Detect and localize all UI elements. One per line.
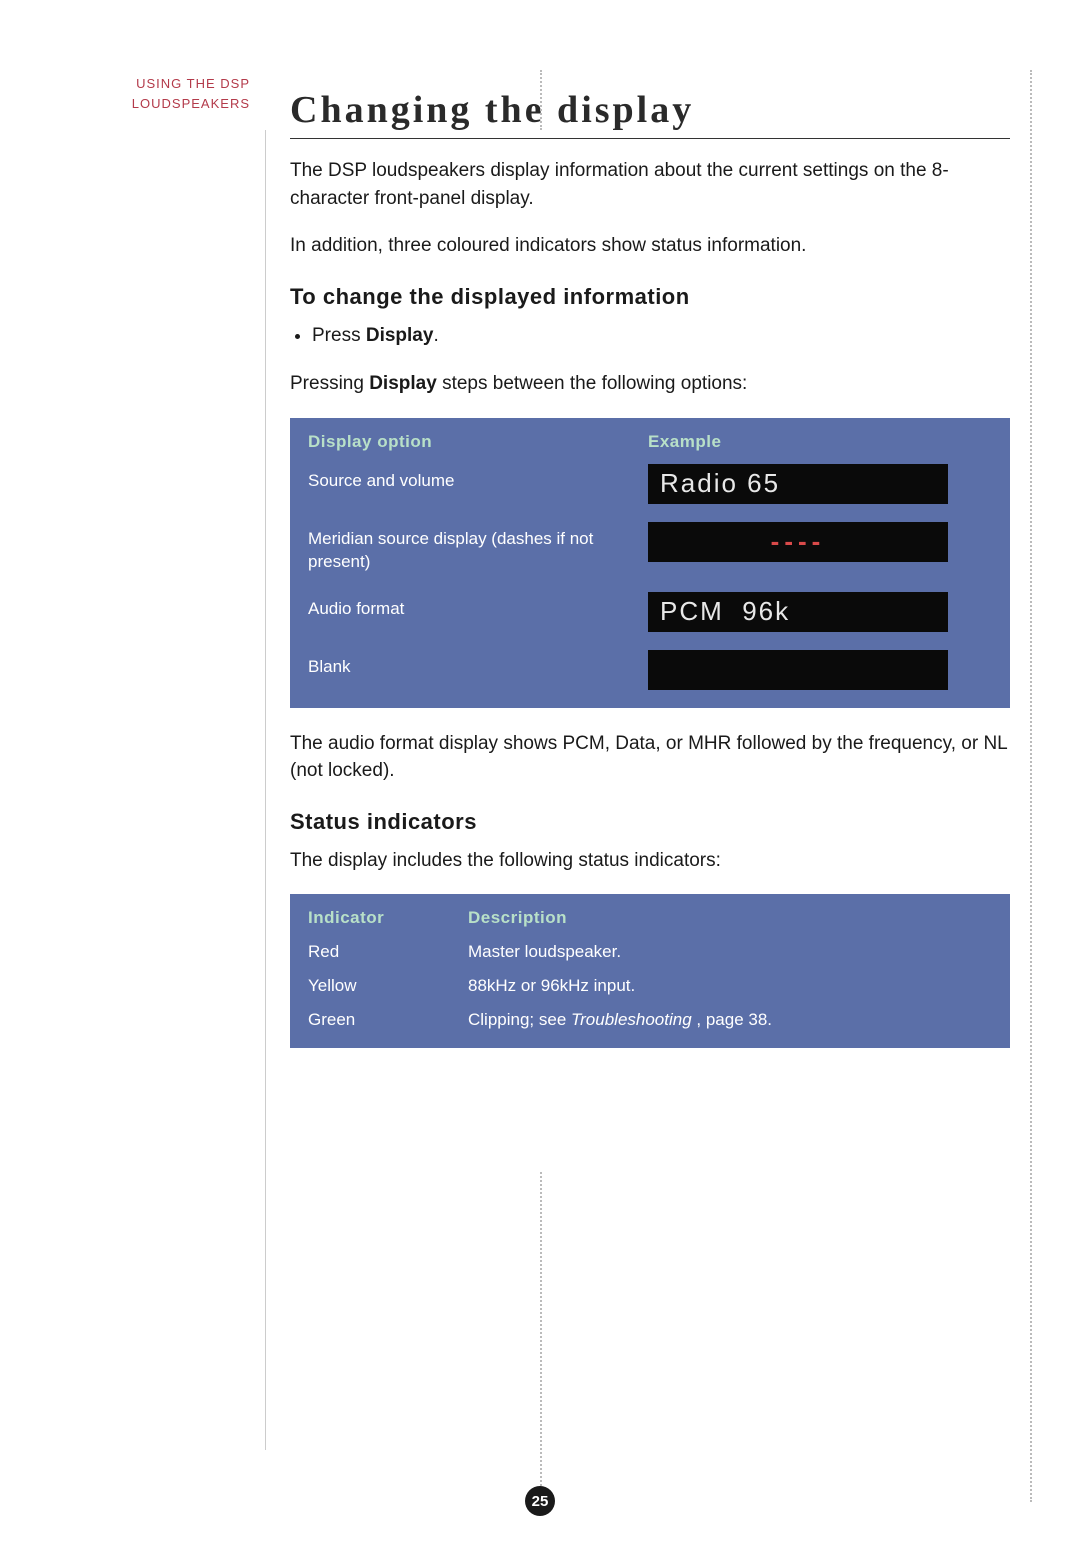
header-display-option: Display option [308, 432, 648, 452]
dotted-rule-top [540, 70, 542, 130]
followup-paragraph: Pressing Display steps between the follo… [290, 370, 1010, 398]
dotted-rule-right [1030, 70, 1032, 1502]
status-intro: The display includes the following statu… [290, 847, 1010, 875]
lcd-example [648, 650, 948, 690]
indicator-color: Green [308, 1010, 468, 1030]
lcd-example: ---- [648, 522, 948, 562]
lcd-example: Radio 65 [648, 464, 948, 504]
display-option-row: Source and volume Radio 65 [308, 464, 992, 504]
manual-page: USING THE DSP LOUDSPEAKERS Changing the … [0, 0, 1080, 1562]
after-table-paragraph: The audio format display shows PCM, Data… [290, 730, 1010, 785]
followup-bold: Display [369, 373, 437, 394]
section-tab: USING THE DSP LOUDSPEAKERS [100, 74, 250, 113]
desc-pre: 88kHz or 96kHz input. [468, 976, 635, 995]
instruction-item: Press Display. [312, 322, 1010, 351]
header-indicator: Indicator [308, 908, 468, 928]
display-option-label: Audio format [308, 592, 648, 621]
indicator-color: Yellow [308, 976, 468, 996]
display-option-row: Blank [308, 650, 992, 690]
display-option-row: Meridian source display (dashes if not p… [308, 522, 992, 574]
bullet-text-suffix: . [433, 325, 438, 346]
section-heading-change: To change the displayed information [290, 284, 1010, 310]
lcd-example: PCM 96k [648, 592, 948, 632]
page-number: 25 [532, 1493, 549, 1510]
display-options-table: Display option Example Source and volume… [290, 418, 1010, 708]
title-rule [290, 138, 1010, 139]
followup-prefix: Pressing [290, 373, 369, 394]
display-option-row: Audio format PCM 96k [308, 592, 992, 632]
bullet-text-prefix: Press [312, 325, 366, 346]
lcd-text: Radio 65 [660, 468, 780, 499]
page-title: Changing the display [290, 88, 1010, 132]
section-tab-line1: USING THE DSP [136, 76, 250, 91]
indicator-row: Red Master loudspeaker. [308, 942, 992, 962]
intro-paragraph-1: The DSP loudspeakers display information… [290, 157, 1010, 212]
desc-pre: Master loudspeaker. [468, 942, 621, 961]
left-vertical-rule [265, 130, 266, 1450]
desc-pre: Clipping; see [468, 1010, 571, 1029]
indicator-description: Clipping; see Troubleshooting , page 38. [468, 1010, 772, 1030]
desc-italic: Troubleshooting [571, 1010, 692, 1029]
dotted-rule-bottom [540, 1172, 542, 1502]
indicator-description: 88kHz or 96kHz input. [468, 976, 635, 996]
header-description: Description [468, 908, 567, 928]
header-example: Example [648, 432, 721, 452]
content-column: Changing the display The DSP loudspeaker… [290, 88, 1010, 1048]
indicator-row: Green Clipping; see Troubleshooting , pa… [308, 1010, 992, 1030]
indicator-color: Red [308, 942, 468, 962]
section-tab-line2: LOUDSPEAKERS [132, 96, 250, 111]
display-table-header: Display option Example [308, 432, 992, 452]
status-indicators-table: Indicator Description Red Master loudspe… [290, 894, 1010, 1048]
desc-post: , page 38. [692, 1010, 772, 1029]
lcd-text: PCM 96k [660, 596, 790, 627]
display-option-label: Source and volume [308, 464, 648, 493]
followup-suffix: steps between the following options: [437, 373, 748, 394]
lcd-text: ---- [660, 526, 936, 557]
indicator-description: Master loudspeaker. [468, 942, 621, 962]
indicator-table-header: Indicator Description [308, 908, 992, 928]
section-heading-status: Status indicators [290, 809, 1010, 835]
instruction-list: Press Display. [290, 322, 1010, 351]
display-option-label: Blank [308, 650, 648, 679]
display-option-label: Meridian source display (dashes if not p… [308, 522, 648, 574]
bullet-text-bold: Display [366, 325, 434, 346]
intro-paragraph-2: In addition, three coloured indicators s… [290, 232, 1010, 260]
page-number-badge: 25 [525, 1486, 555, 1516]
indicator-row: Yellow 88kHz or 96kHz input. [308, 976, 992, 996]
